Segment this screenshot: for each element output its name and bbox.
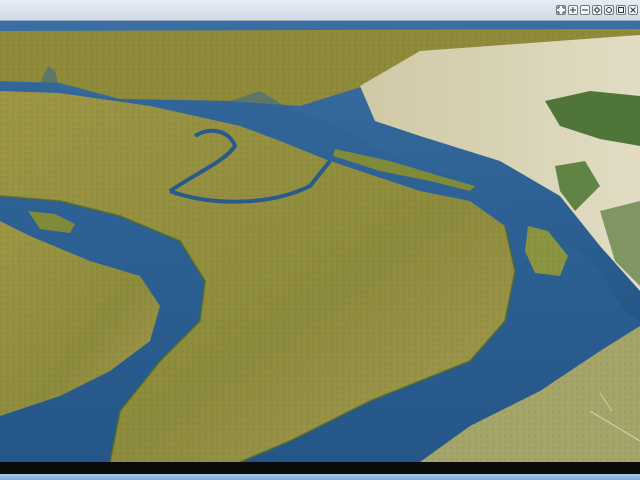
- terrain-render: [0, 21, 640, 462]
- close-icon[interactable]: [628, 5, 638, 15]
- viewport-bottom-border: [0, 462, 640, 474]
- fullscreen-icon[interactable]: [556, 5, 566, 15]
- zoom-out-icon[interactable]: [580, 5, 590, 15]
- refresh-icon[interactable]: [604, 5, 614, 15]
- zoom-in-icon[interactable]: [568, 5, 578, 15]
- window-icon[interactable]: [616, 5, 626, 15]
- map-3d-viewport[interactable]: [0, 21, 640, 462]
- viewer-toolbar: [556, 5, 638, 15]
- status-bar: [0, 474, 640, 480]
- settings-icon[interactable]: [592, 5, 602, 15]
- window-title-bar: [0, 0, 640, 21]
